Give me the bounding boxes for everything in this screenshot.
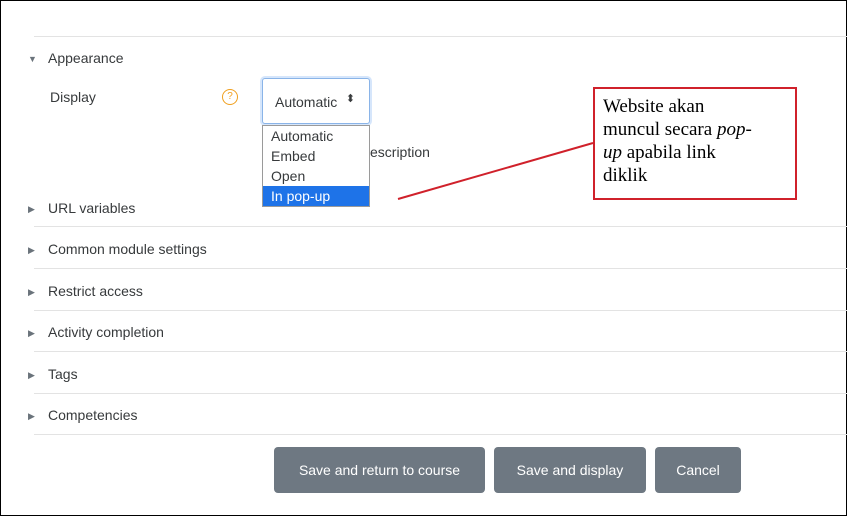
annotation-callout: Website akan muncul secara pop- up apabi…: [593, 87, 797, 200]
callout-line-3: up apabila link: [603, 142, 716, 163]
callout-line-2: muncul secara pop-: [603, 119, 752, 140]
divider: [34, 268, 847, 269]
callout-line-1: Website akan: [603, 96, 705, 117]
section-restrict-access[interactable]: ▶ Restrict access: [28, 283, 143, 299]
section-competencies[interactable]: ▶ Competencies: [28, 407, 138, 423]
divider: [34, 226, 847, 227]
section-url-variables[interactable]: ▶ URL variables: [28, 200, 135, 216]
section-activity-completion[interactable]: ▶ Activity completion: [28, 324, 164, 340]
callout-pointer-line: [397, 142, 594, 200]
save-and-display-button[interactable]: Save and display: [494, 447, 646, 493]
save-and-return-button[interactable]: Save and return to course: [274, 447, 485, 493]
triangle-right-icon: ▶: [28, 287, 35, 297]
divider: [34, 310, 847, 311]
triangle-right-icon: ▶: [28, 328, 35, 338]
triangle-right-icon: ▶: [28, 204, 35, 214]
triangle-right-icon: ▶: [28, 245, 35, 255]
triangle-right-icon: ▶: [28, 411, 35, 421]
cancel-button[interactable]: Cancel: [655, 447, 741, 493]
section-common-module-settings[interactable]: ▶ Common module settings: [28, 241, 207, 257]
divider: [34, 434, 847, 435]
callout-line-4: diklik: [603, 165, 648, 186]
divider: [34, 393, 847, 394]
triangle-right-icon: ▶: [28, 370, 35, 380]
divider: [34, 351, 847, 352]
section-tags[interactable]: ▶ Tags: [28, 366, 78, 382]
